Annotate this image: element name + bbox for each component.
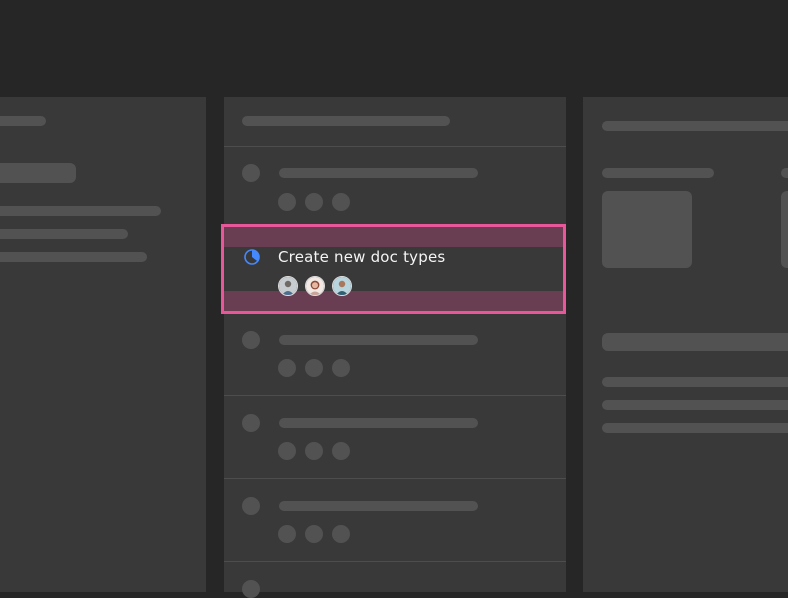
divider	[224, 146, 566, 147]
skeleton-line	[781, 168, 788, 178]
skeleton-avatar	[278, 359, 296, 377]
skeleton-avatar	[305, 442, 323, 460]
in-progress-icon	[244, 249, 260, 265]
skeleton-line	[0, 229, 128, 239]
divider	[224, 561, 566, 562]
divider	[224, 478, 566, 479]
skeleton-thumbnail	[781, 191, 788, 268]
skeleton-avatar	[278, 193, 296, 211]
skeleton-line	[279, 335, 478, 345]
skeleton-line	[279, 418, 478, 428]
skeleton-avatar	[278, 442, 296, 460]
skeleton-status	[242, 164, 260, 182]
avatar[interactable]	[305, 276, 325, 296]
skeleton-status	[242, 580, 260, 598]
skeleton-avatar	[305, 193, 323, 211]
skeleton-avatar	[332, 525, 350, 543]
skeleton-line	[602, 400, 788, 410]
skeleton-avatar	[332, 193, 350, 211]
skeleton-line	[0, 206, 161, 216]
skeleton-line	[602, 423, 788, 433]
left-panel	[0, 97, 206, 592]
task-card-highlighted[interactable]: Create new doc types	[221, 224, 566, 314]
skeleton-line	[0, 252, 147, 262]
skeleton-status	[242, 497, 260, 515]
skeleton-line	[602, 121, 788, 131]
skeleton-header	[242, 116, 450, 126]
task-title[interactable]: Create new doc types	[278, 248, 445, 266]
task-list-panel	[224, 97, 566, 598]
skeleton-thumbnail	[602, 191, 692, 268]
divider	[224, 395, 566, 396]
highlight-stripe	[224, 227, 563, 247]
skeleton-line	[279, 501, 478, 511]
skeleton-avatar	[305, 525, 323, 543]
skeleton-line	[602, 333, 788, 351]
skeleton-line	[279, 168, 478, 178]
avatar[interactable]	[278, 276, 298, 296]
skeleton-line	[0, 163, 76, 183]
skeleton-line	[0, 116, 46, 126]
skeleton-avatar	[332, 442, 350, 460]
skeleton-status	[242, 331, 260, 349]
skeleton-avatar	[278, 525, 296, 543]
avatar[interactable]	[332, 276, 352, 296]
skeleton-avatar	[305, 359, 323, 377]
highlight-stripe	[224, 291, 563, 311]
skeleton-line	[602, 377, 788, 387]
skeleton-line	[602, 168, 714, 178]
skeleton-status	[242, 414, 260, 432]
right-panel	[583, 97, 788, 592]
skeleton-avatar	[332, 359, 350, 377]
